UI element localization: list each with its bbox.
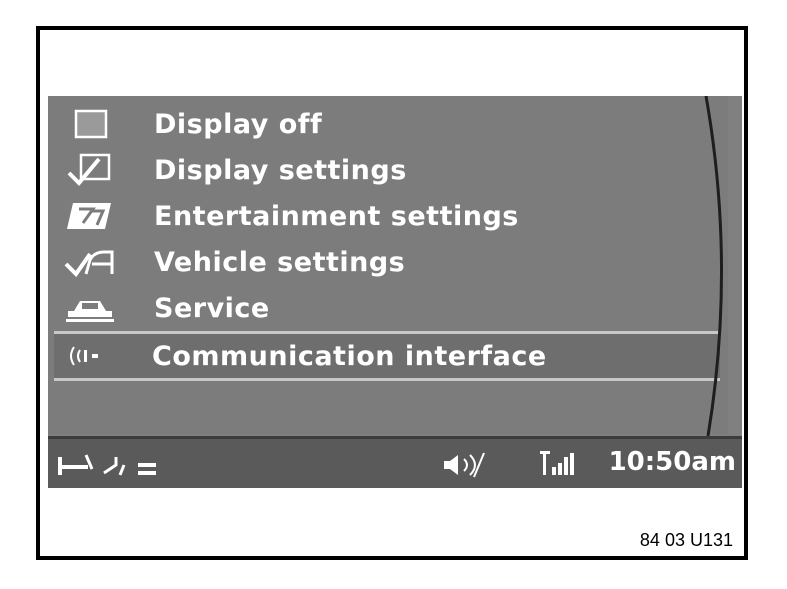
- menu-item-label: Display off: [154, 108, 323, 140]
- menu-item-label: Display settings: [154, 154, 407, 186]
- idrive-screen: Display off Display settings Entertainme…: [48, 96, 742, 488]
- main-menu: Display off Display settings Entertainme…: [48, 96, 728, 436]
- menu-item-label: Vehicle settings: [154, 246, 406, 278]
- menu-item-display-off[interactable]: Display off: [56, 102, 720, 146]
- menu-item-entertainment-settings[interactable]: Entertainment settings: [56, 194, 720, 238]
- menu-item-display-settings[interactable]: Display settings: [56, 148, 720, 192]
- menu-item-vehicle-settings[interactable]: Vehicle settings: [56, 240, 720, 284]
- figure-caption: 84 03 U131: [639, 530, 733, 550]
- vehicle-settings-icon: [60, 244, 120, 280]
- menu-item-service[interactable]: Service: [56, 286, 720, 330]
- audio-mute-icon: [440, 451, 490, 483]
- status-bar: 10:50am: [48, 436, 742, 488]
- menu-scroll-curve: [704, 96, 724, 436]
- traffic-info-icon: [100, 451, 160, 485]
- entertainment-icon: [60, 198, 120, 234]
- navigation-icon: [56, 451, 96, 485]
- menu-item-label: Service: [154, 292, 270, 324]
- service-car-icon: [60, 290, 120, 326]
- display-settings-icon: [60, 152, 120, 188]
- clock-time: 10:50am: [608, 447, 736, 477]
- menu-item-communication-interface[interactable]: Communication interface: [54, 334, 720, 378]
- phone-signal-icon: [538, 447, 584, 485]
- menu-item-label: Entertainment settings: [154, 200, 519, 232]
- display-off-icon: [60, 106, 120, 142]
- communication-interface-icon: [58, 338, 118, 374]
- menu-item-label: Communication interface: [152, 340, 547, 372]
